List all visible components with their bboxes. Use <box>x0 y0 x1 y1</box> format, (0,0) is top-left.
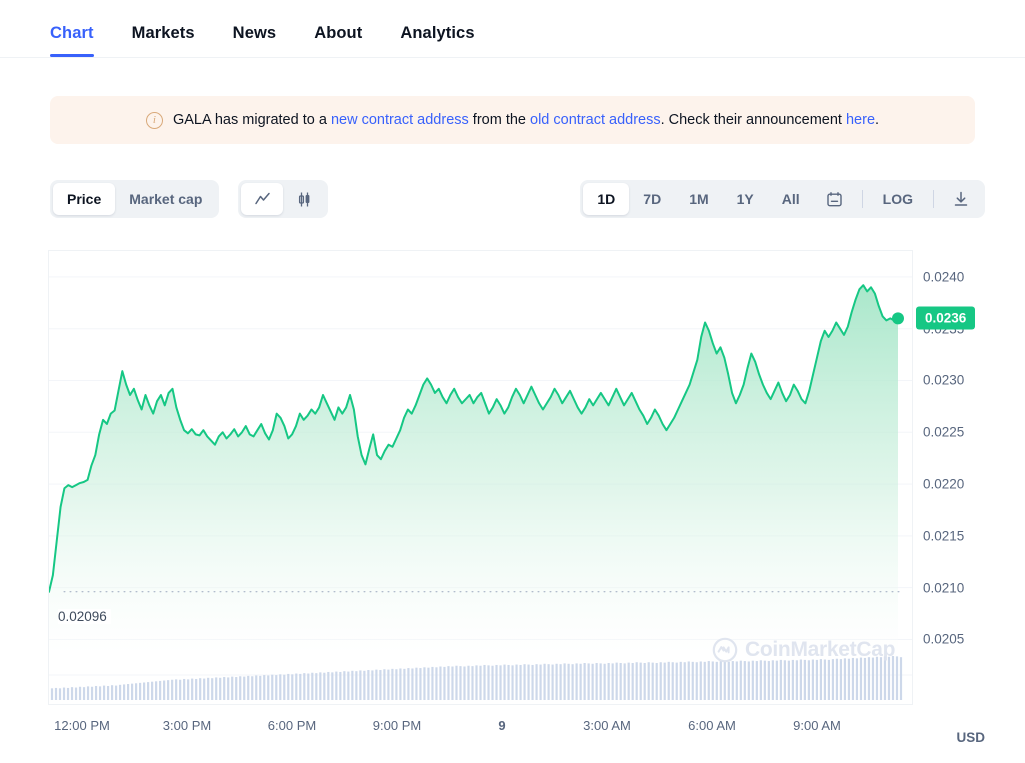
tab-about[interactable]: About <box>314 24 362 57</box>
y-axis-tick: 0.0225 <box>923 424 965 440</box>
x-axis-tick: 3:00 PM <box>162 718 212 733</box>
chart-toolbar: Price Market cap 1D 7D 1M 1Y All LOG <box>0 180 1025 220</box>
current-price-badge: 0.0236 <box>916 306 976 330</box>
banner-message: GALA has migrated to a new contract addr… <box>173 112 879 128</box>
current-price-dot <box>892 312 904 325</box>
y-axis-tick: 0.0210 <box>923 580 965 596</box>
x-axis-tick: 12:00 PM <box>54 718 110 733</box>
time-range-toolbar: 1D 7D 1M 1Y All LOG <box>580 180 985 218</box>
y-axis-tick: 0.0230 <box>923 372 965 388</box>
log-scale-button[interactable]: LOG <box>869 183 927 215</box>
y-axis: 0.02400.02350.02300.02250.02200.02150.02… <box>915 250 1025 705</box>
download-icon-button[interactable] <box>940 183 982 215</box>
range-1y-button[interactable]: 1Y <box>723 183 768 215</box>
banner-text-1: GALA has migrated to a <box>172 112 331 128</box>
price-chart[interactable] <box>48 250 913 705</box>
banner-text-4: . <box>875 112 880 128</box>
calendar-icon <box>827 191 842 206</box>
tab-bar: Chart Markets News About Analytics <box>0 0 1025 58</box>
tab-chart[interactable]: Chart <box>50 24 94 57</box>
x-axis-tick: 9:00 AM <box>793 718 841 733</box>
chart-type-toggle-group <box>238 180 328 218</box>
price-area-fill <box>49 285 898 655</box>
tab-markets[interactable]: Markets <box>132 24 195 57</box>
toolbar-divider-2 <box>933 190 934 208</box>
download-icon <box>954 191 968 206</box>
currency-label: USD <box>956 730 985 745</box>
y-axis-tick: 0.0240 <box>923 269 965 285</box>
line-chart-icon-button[interactable] <box>241 183 283 215</box>
x-axis-tick: 3:00 AM <box>583 718 631 733</box>
new-contract-address-link[interactable]: new contract address <box>331 112 469 128</box>
y-axis-tick: 0.0215 <box>923 528 965 544</box>
volume-bars <box>50 656 903 700</box>
old-contract-address-link[interactable]: old contract address <box>530 112 661 128</box>
banner-text-3: . Check their announcement <box>660 112 846 128</box>
toolbar-divider-1 <box>861 190 863 208</box>
banner-text-2: from the <box>468 112 531 128</box>
candlestick-chart-icon <box>298 192 309 206</box>
line-chart-icon <box>254 192 270 204</box>
range-all-button[interactable]: All <box>768 183 814 215</box>
calendar-icon-button[interactable] <box>814 183 856 215</box>
info-circle-icon: i <box>145 111 163 129</box>
x-axis: 12:00 PM 3:00 PM 6:00 PM 9:00 PM 9 3:00 AM 6:0… <box>0 718 1025 744</box>
candlestick-chart-icon-button[interactable] <box>283 183 325 215</box>
x-axis-tick: 6:00 AM <box>688 718 736 733</box>
y-axis-tick: 0.0220 <box>923 476 965 492</box>
tab-analytics[interactable]: Analytics <box>400 24 474 57</box>
range-1d-button[interactable]: 1D <box>583 183 630 215</box>
x-axis-tick: 9 <box>498 718 506 733</box>
range-1m-button[interactable]: 1M <box>675 183 722 215</box>
range-7d-button[interactable]: 7D <box>629 183 675 215</box>
announcement-here-link[interactable]: here <box>846 112 875 128</box>
tab-news[interactable]: News <box>233 24 277 57</box>
metric-market-cap-button[interactable]: Market cap <box>115 183 216 215</box>
low-price-label: 0.02096 <box>58 609 111 624</box>
price-chart-svg <box>49 276 912 700</box>
y-axis-tick: 0.0205 <box>923 631 965 647</box>
x-axis-tick: 6:00 PM <box>267 718 317 733</box>
migration-banner: i GALA has migrated to a new contract ad… <box>50 96 975 144</box>
x-axis-tick: 9:00 PM <box>372 718 422 733</box>
metric-toggle-group: Price Market cap <box>50 180 220 218</box>
metric-price-button[interactable]: Price <box>53 183 116 215</box>
